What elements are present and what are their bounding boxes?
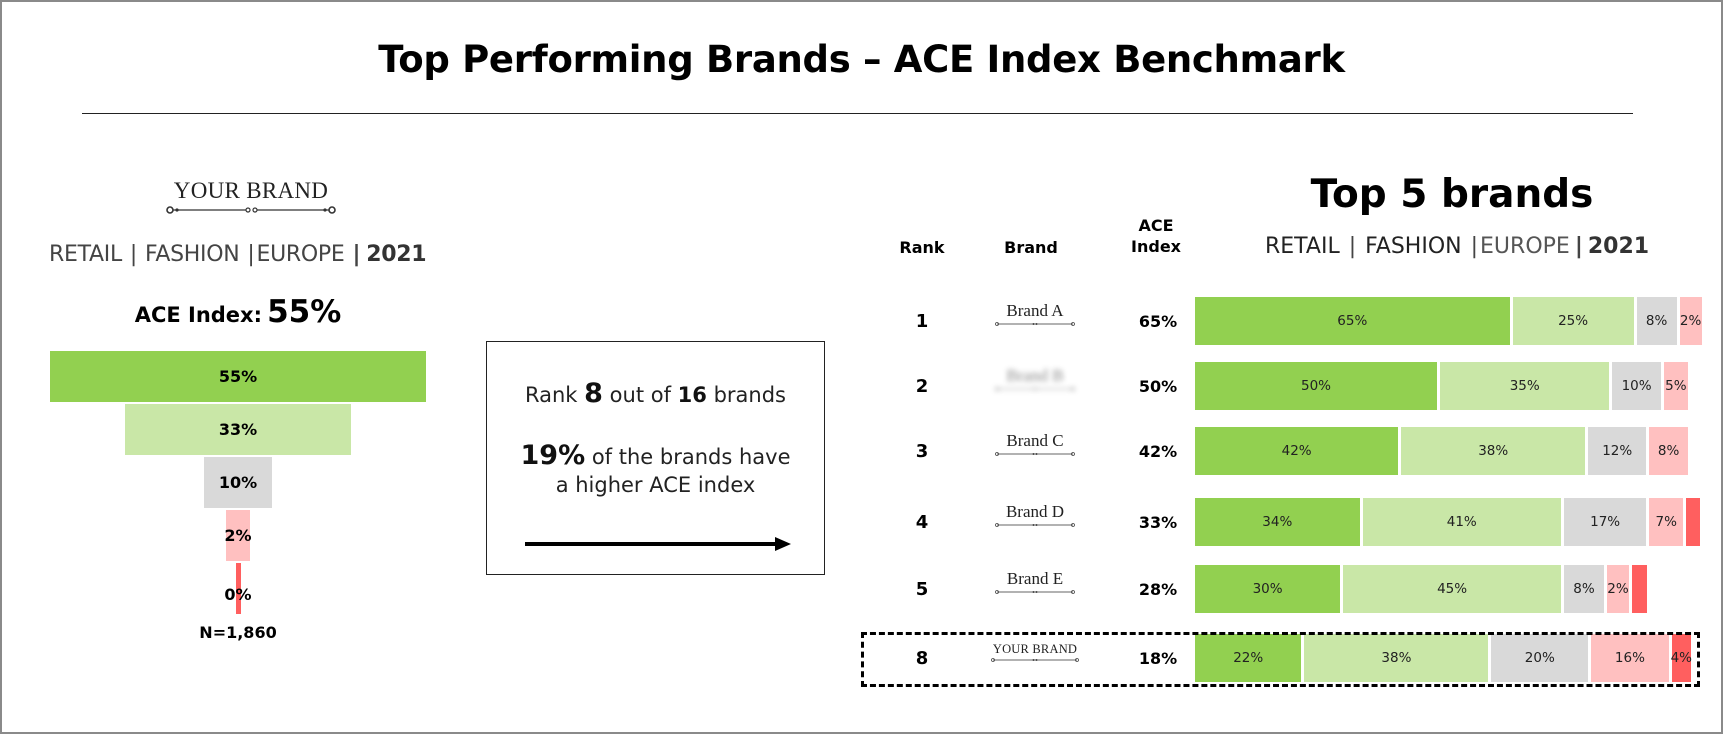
filter-separator: | bbox=[1574, 234, 1583, 259]
bar-segment-label: 2% bbox=[1679, 313, 1702, 329]
bar-segment-strong-negative bbox=[1686, 498, 1701, 546]
bar-segment-label: 25% bbox=[1558, 313, 1589, 329]
column-header-ace-index: ACE Index bbox=[1125, 215, 1187, 257]
filter-region: EUROPE bbox=[1480, 234, 1570, 259]
ace-index-cell: 42% bbox=[1138, 442, 1178, 461]
bar-segment-positive: 45% bbox=[1343, 565, 1561, 613]
bar-segment-strong-positive: 34% bbox=[1195, 498, 1360, 546]
bar-segment-neutral: 8% bbox=[1636, 297, 1677, 345]
brand-name: Brand D bbox=[1005, 502, 1065, 521]
bar-segment-label: 8% bbox=[1645, 313, 1668, 329]
table-row: 1 Brand A 65% 65% 25% 8% 2% bbox=[0, 297, 1723, 347]
column-header-brand: Brand bbox=[1004, 238, 1058, 257]
bar-segment-label: 41% bbox=[1446, 514, 1477, 530]
bar-segment-neutral: 8% bbox=[1564, 565, 1604, 613]
bar-segment-label: 30% bbox=[1252, 581, 1283, 597]
filter-separator: | bbox=[1470, 234, 1479, 259]
rank-cell: 5 bbox=[915, 579, 929, 600]
brand-logo: Brand B bbox=[985, 366, 1085, 392]
logo-ornament-icon bbox=[995, 322, 1075, 326]
top5-title: Top 5 brands bbox=[1310, 172, 1594, 217]
bar-segment-negative: 7% bbox=[1649, 498, 1684, 546]
bar-segment-label: 2% bbox=[1607, 581, 1629, 597]
logo-ornament-icon bbox=[995, 590, 1075, 594]
bar-segment-strong-positive: 65% bbox=[1195, 297, 1510, 345]
ace-index-cell: 50% bbox=[1138, 377, 1178, 396]
brand-logo: Brand E bbox=[985, 569, 1085, 595]
rank-cell: 1 bbox=[915, 311, 929, 332]
bar-segment-strong-positive: 42% bbox=[1195, 427, 1399, 475]
bar-segment-label: 7% bbox=[1655, 514, 1677, 530]
bar-segment-strong-positive: 30% bbox=[1195, 565, 1341, 613]
logo-ornament-icon bbox=[995, 452, 1075, 456]
bar-segment-positive: 35% bbox=[1440, 362, 1610, 410]
bar-segment-negative: 8% bbox=[1649, 427, 1688, 475]
bar-segment-negative: 2% bbox=[1679, 297, 1702, 345]
rank-cell: 4 bbox=[915, 512, 929, 533]
bar-segment-label: 12% bbox=[1602, 443, 1633, 459]
bar-segment-label: 8% bbox=[1657, 443, 1680, 459]
bar-segment-label: 34% bbox=[1262, 514, 1293, 530]
logo-ornament-icon bbox=[995, 387, 1075, 391]
filter-category: FASHION bbox=[1365, 234, 1462, 259]
filter-industry: RETAIL bbox=[1265, 234, 1340, 259]
column-header-ace-line2: Index bbox=[1131, 237, 1181, 256]
brand-logo: Brand A bbox=[985, 301, 1085, 327]
brand-logo: Brand D bbox=[985, 502, 1085, 528]
bar-segment-negative: 2% bbox=[1607, 565, 1629, 613]
brand-name: Brand C bbox=[1006, 431, 1064, 450]
filter-year: 2021 bbox=[1587, 234, 1650, 259]
bar-segment-label: 5% bbox=[1665, 378, 1687, 394]
bar-segment-neutral: 10% bbox=[1612, 362, 1661, 410]
bar-segment-label: 17% bbox=[1590, 514, 1621, 530]
bar-segment-label: 65% bbox=[1337, 313, 1368, 329]
table-row: 5 Brand E 28% 30% 45% 8% 2% bbox=[0, 565, 1723, 615]
bar-segment-label: 45% bbox=[1437, 581, 1468, 597]
bar-segment-label: 10% bbox=[1621, 378, 1652, 394]
brand-logo: Brand C bbox=[985, 431, 1085, 457]
column-header-ace-line1: ACE bbox=[1138, 216, 1174, 235]
bar-segment-label: 8% bbox=[1573, 581, 1595, 597]
bar-segment-neutral: 17% bbox=[1564, 498, 1647, 546]
brand-name: Brand A bbox=[1006, 301, 1064, 320]
bar-segment-label: 35% bbox=[1509, 378, 1540, 394]
bar-segment-positive: 38% bbox=[1401, 427, 1586, 475]
bar-segment-label: 42% bbox=[1281, 443, 1312, 459]
top5-filters: RETAIL | FASHION |EUROPE | 2021 bbox=[1265, 234, 1649, 259]
column-header-rank: Rank bbox=[899, 238, 945, 257]
filter-separator: | bbox=[1348, 234, 1357, 259]
bar-segment-neutral: 12% bbox=[1588, 427, 1647, 475]
bar-segment-strong-negative bbox=[1632, 565, 1647, 613]
bar-segment-positive: 41% bbox=[1362, 498, 1561, 546]
rank-cell: 2 bbox=[915, 376, 929, 397]
logo-ornament-icon bbox=[995, 523, 1075, 527]
your-brand-highlight-box bbox=[861, 632, 1700, 687]
ace-index-cell: 33% bbox=[1138, 513, 1178, 532]
bar-segment-strong-positive: 50% bbox=[1195, 362, 1437, 410]
bar-segment-negative: 5% bbox=[1663, 362, 1688, 410]
ace-index-cell: 28% bbox=[1138, 580, 1178, 599]
brand-name: Brand E bbox=[1006, 569, 1064, 588]
table-row: 4 Brand D 33% 34% 41% 17% 7% bbox=[0, 498, 1723, 548]
rank-cell: 3 bbox=[915, 441, 929, 462]
bar-segment-label: 50% bbox=[1300, 378, 1331, 394]
brand-name: Brand B bbox=[1006, 366, 1064, 385]
bar-segment-positive: 25% bbox=[1512, 297, 1634, 345]
ace-index-cell: 65% bbox=[1138, 312, 1178, 331]
table-row: 2 Brand B 50% 50% 35% 10% 5% bbox=[0, 362, 1723, 412]
table-row: 3 Brand C 42% 42% 38% 12% 8% bbox=[0, 427, 1723, 477]
bar-segment-label: 38% bbox=[1478, 443, 1509, 459]
